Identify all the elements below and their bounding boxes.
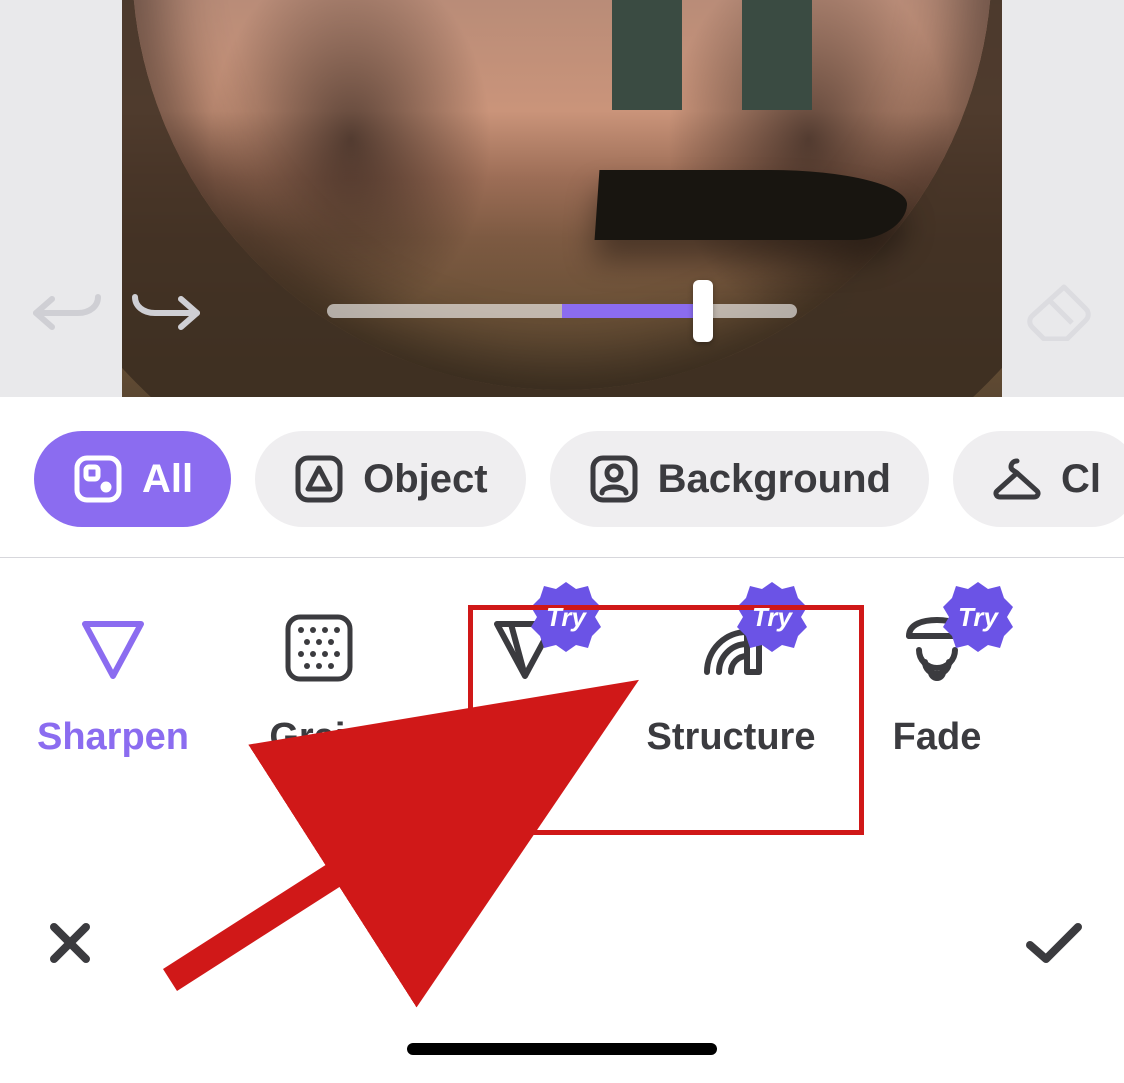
undo-icon: [32, 289, 104, 333]
tool-label: Fine: [486, 716, 564, 759]
tool-structure[interactable]: Try Structure: [628, 608, 834, 759]
hanger-icon: [991, 453, 1043, 505]
home-indicator: [407, 1043, 717, 1055]
selection-target-row: All Object Background Cl: [0, 397, 1124, 557]
pill-label: Background: [658, 457, 891, 502]
tool-label: Grain: [269, 716, 368, 759]
grain-icon: [281, 610, 357, 686]
slider-fill: [562, 304, 703, 318]
pill-object[interactable]: Object: [255, 431, 525, 527]
pill-background[interactable]: Background: [550, 431, 929, 527]
painting-detail: [612, 0, 682, 110]
tool-label: Fade: [893, 716, 982, 759]
tool-sharpen[interactable]: Sharpen: [10, 608, 216, 759]
close-icon: [46, 919, 94, 967]
image-preview-area: [0, 0, 1124, 397]
all-icon: [72, 453, 124, 505]
confirm-bar: [0, 903, 1124, 1083]
redo-icon: [129, 289, 201, 333]
painting-detail: [742, 0, 812, 110]
cancel-button[interactable]: [40, 913, 100, 973]
pill-clothes[interactable]: Cl: [953, 431, 1124, 527]
eraser-button[interactable]: [1024, 280, 1094, 342]
tool-label: Structure: [647, 716, 816, 759]
confirm-button[interactable]: [1024, 913, 1084, 973]
eraser-icon: [1026, 281, 1092, 341]
fade-icon: [899, 610, 975, 686]
check-icon: [1024, 919, 1084, 967]
sharpen-icon: [75, 610, 151, 686]
edited-image: [122, 0, 1002, 397]
tool-previous-partial[interactable]: st: [0, 608, 10, 759]
redo-button[interactable]: [127, 284, 202, 339]
adjustment-slider[interactable]: [327, 303, 797, 319]
painting-detail: [595, 170, 910, 240]
pill-label: Object: [363, 457, 487, 502]
object-icon: [293, 453, 345, 505]
pill-label: Cl: [1061, 457, 1101, 502]
structure-icon: [693, 610, 769, 686]
adjustment-tools-strip: st Sharpen: [0, 558, 1124, 938]
tool-label: Sharpen: [37, 716, 189, 759]
tool-fine[interactable]: Try Fine: [422, 608, 628, 759]
person-icon: [588, 453, 640, 505]
pill-label: All: [142, 457, 193, 502]
fine-icon: [487, 610, 563, 686]
slider-thumb[interactable]: [693, 280, 713, 342]
undo-button[interactable]: [30, 284, 105, 339]
tool-fade[interactable]: Try Fade: [834, 608, 1040, 759]
tool-grain[interactable]: Grain: [216, 608, 422, 759]
pill-all[interactable]: All: [34, 431, 231, 527]
